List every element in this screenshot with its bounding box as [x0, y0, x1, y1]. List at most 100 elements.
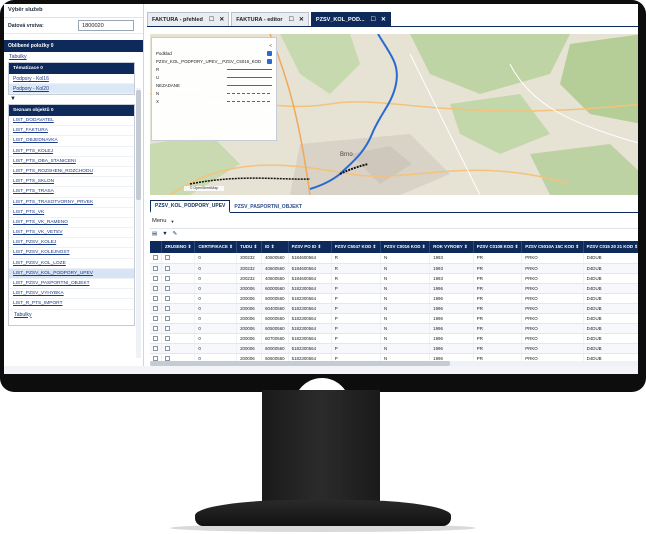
- table-cell: D4DUB: [583, 333, 638, 344]
- column-header[interactable]: ID ⇕: [261, 241, 289, 253]
- table-row[interactable]: 0 200232 40600560 5184600564 R N 1993 PR PRKO D4D…: [150, 263, 638, 274]
- row-select-cell[interactable]: [150, 293, 162, 304]
- maximize-icon[interactable]: ☐: [289, 16, 294, 23]
- column-header[interactable]: PZSV C015 20 21 KOD ⇕: [583, 241, 638, 253]
- column-header[interactable]: CERTIFIKACE ⇕: [194, 241, 238, 253]
- table-row[interactable]: 0 200006 60000560 5182300564 P N 1996 PR PRKO D4D…: [150, 283, 638, 294]
- favorites-tables-link[interactable]: Tabulky: [4, 52, 143, 62]
- close-icon[interactable]: ✕: [381, 16, 386, 23]
- column-header[interactable]: PZSV C5010A 15C KOD ⇕: [521, 241, 584, 253]
- row-checkbox[interactable]: [153, 315, 158, 321]
- object-item[interactable]: LIST_PZSV_KOLEJ: [9, 238, 134, 249]
- table-row[interactable]: 0 200006 60000560 5182300564 P N 1996 PR PRKO D4D…: [150, 313, 638, 324]
- object-item[interactable]: LIST_PTS_ROZSHENI_ROZCHODU: [9, 167, 134, 178]
- edit-icon[interactable]: ✎: [173, 231, 178, 239]
- data-layer-input[interactable]: [78, 20, 134, 31]
- collapse-icon[interactable]: <: [269, 43, 272, 48]
- object-item-selected[interactable]: LIST_PZSV_KOL_PODPORY_UPEV: [9, 268, 134, 279]
- table-row[interactable]: 0 200006 60500560 5182300564 P N 1996 PR PRKO D4D…: [150, 323, 638, 334]
- table-row[interactable]: 0 200232 40600560 5184600564 R N 1993 PR PRKO D4D…: [150, 273, 638, 284]
- favorites-header[interactable]: Oblíbené položky 0: [4, 40, 143, 52]
- checkbox-icon[interactable]: [267, 58, 272, 64]
- row-checkbox[interactable]: [153, 285, 158, 291]
- table-row[interactable]: 0 200006 60700560 5182300564 P N 1996 PR PRKO D4D…: [150, 333, 638, 344]
- map-legend: < Podklad PZSV_KOL_PODPORY_UPEV__PZSV_C5…: [151, 37, 277, 141]
- object-item[interactable]: LIST_PTS_TRASA: [9, 187, 134, 198]
- row-select-cell[interactable]: [150, 273, 162, 284]
- close-icon[interactable]: ✕: [219, 16, 224, 23]
- filter-icon[interactable]: ▼: [162, 231, 167, 239]
- object-item[interactable]: LIST_PTS_KOLEJ: [9, 147, 134, 157]
- theme-item[interactable]: Podpory - Kol20: [9, 84, 134, 94]
- row-checkbox[interactable]: [153, 355, 158, 361]
- table-cell: 5184600564: [288, 273, 332, 284]
- object-item[interactable]: LIST_R_PTS_IMPORT: [9, 299, 134, 310]
- table-cell: 1996: [429, 353, 474, 361]
- zruseno-cell: [161, 303, 196, 314]
- filter-icon[interactable]: ▼: [4, 95, 143, 104]
- row-select-cell[interactable]: [150, 353, 162, 361]
- column-header[interactable]: PZSV C0016 KOD ⇕: [380, 241, 431, 253]
- row-checkbox[interactable]: [153, 335, 158, 341]
- object-item[interactable]: LIST_PZSV_KOL_LOZE: [9, 259, 134, 269]
- sidebar-scroll-thumb[interactable]: [136, 90, 141, 200]
- tab-pzsv-kol-podpory[interactable]: PZSV_KOL_POD... ☐ ✕: [310, 12, 391, 26]
- row-checkbox[interactable]: [153, 255, 158, 261]
- row-select-cell[interactable]: [150, 303, 162, 314]
- row-checkbox[interactable]: [153, 265, 158, 271]
- row-select-cell[interactable]: [150, 343, 162, 354]
- object-item[interactable]: LIST_PTS_OBA_STANICENI: [9, 157, 134, 167]
- menu-dropdown[interactable]: Menu ▼: [152, 216, 174, 226]
- table-cell: 0: [194, 333, 238, 344]
- object-item[interactable]: LIST_PTS_VK_VETEV: [9, 228, 134, 239]
- row-checkbox[interactable]: [153, 305, 158, 311]
- table-row[interactable]: 0 200006 60400560 5182300564 P N 1996 PR PRKO D4D…: [150, 303, 638, 314]
- object-item[interactable]: LIST_PTS_TRASOTVORNY_PRVEK: [9, 198, 134, 208]
- table-row[interactable]: 0 200006 60600560 5182300564 P N 1996 PR PRKO D4D…: [150, 353, 638, 361]
- object-item[interactable]: LIST_FAKTURA: [9, 126, 134, 137]
- row-checkbox[interactable]: [153, 325, 158, 331]
- maximize-icon[interactable]: ☐: [371, 16, 376, 23]
- legend-line-swatch: [227, 84, 272, 86]
- close-icon[interactable]: ✕: [299, 16, 304, 23]
- row-select-cell[interactable]: [150, 253, 162, 264]
- row-checkbox[interactable]: [153, 275, 158, 281]
- object-item[interactable]: LIST_PTS_VK_RAMENO: [9, 218, 134, 229]
- row-select-cell[interactable]: [150, 263, 162, 274]
- row-select-cell[interactable]: [150, 323, 162, 334]
- row-select-cell[interactable]: [150, 283, 162, 294]
- column-header[interactable]: ZRUSENO ⇕: [161, 241, 196, 253]
- objects-tables-link[interactable]: Tabulky: [9, 310, 134, 320]
- column-header[interactable]: PZSV PO ID ⇕: [288, 241, 332, 253]
- theme-item[interactable]: Podpory - Kol16: [9, 74, 134, 84]
- row-checkbox[interactable]: [153, 295, 158, 301]
- sidebar-scrollbar[interactable]: [136, 88, 141, 358]
- list-icon[interactable]: ▤: [152, 231, 157, 239]
- themes-header[interactable]: Tématizace 0: [9, 63, 134, 74]
- column-header[interactable]: ROK VYROBY ⇕: [429, 241, 474, 253]
- checkbox-icon[interactable]: [267, 50, 272, 56]
- tab-faktura-editor[interactable]: FAKTURA - editor ☐ ✕: [231, 12, 309, 26]
- row-checkbox[interactable]: [153, 345, 158, 351]
- tab-faktura-prehled[interactable]: FAKTURA - přehled ☐ ✕: [147, 12, 230, 26]
- objects-header[interactable]: Seznam objektů 0: [9, 105, 134, 116]
- object-item[interactable]: LIST_PZSV_KOLEJNOST: [9, 248, 134, 259]
- object-item[interactable]: LIST_PTS_SKLON: [9, 177, 134, 188]
- table-row[interactable]: 0 200006 60000560 5182300564 P N 1996 PR PRKO D4D…: [150, 343, 638, 354]
- column-header[interactable]: PZSV C5047 KOD ⇕: [331, 241, 381, 253]
- row-select-cell[interactable]: [150, 313, 162, 324]
- tab-pzsv-kol-podpory-upev[interactable]: PZSV_KOL_PODPORY_UPEV: [150, 200, 231, 213]
- column-header[interactable]: PZSV C0108 KOD ⇕: [473, 241, 523, 253]
- tab-pzsv-pasportni-objekt[interactable]: PZSV_PASPORTNI_OBJEKT: [230, 200, 306, 213]
- maximize-icon[interactable]: ☐: [209, 16, 214, 23]
- table-row[interactable]: 0 200232 40600560 5184600564 R N 1993 PR PRKO D4D…: [150, 253, 638, 264]
- row-select-cell[interactable]: [150, 333, 162, 344]
- object-item[interactable]: LIST_OBJEDNAVKA: [9, 136, 134, 147]
- object-item[interactable]: LIST_PZSV_PASPORTNI_OBJEKT: [9, 279, 134, 290]
- object-item[interactable]: LIST_PZSV_VYHYBKA: [9, 289, 134, 300]
- table-cell: 1993: [429, 263, 474, 274]
- column-header[interactable]: TUDU ⇕: [236, 241, 263, 253]
- object-item[interactable]: LIST_DODAVATEL: [9, 116, 134, 127]
- object-item[interactable]: LIST_PTS_VK: [9, 208, 134, 218]
- table-row[interactable]: 0 200006 60000560 5182300564 P N 1996 PR PRKO D4D…: [150, 293, 638, 304]
